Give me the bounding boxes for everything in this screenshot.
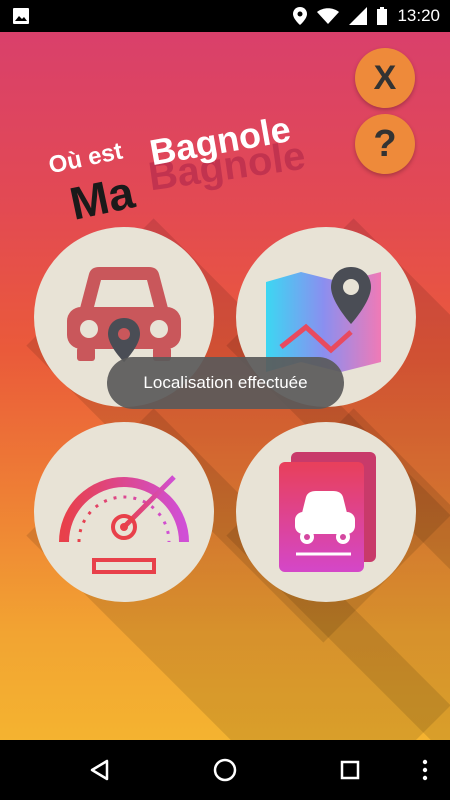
image-icon: [13, 8, 29, 24]
car-papers-tile[interactable]: [236, 422, 416, 602]
close-button[interactable]: X: [355, 48, 415, 108]
back-button[interactable]: [80, 750, 120, 790]
help-label: ?: [373, 122, 397, 165]
more-icon: [422, 759, 428, 781]
back-icon: [90, 759, 109, 781]
toast-message: Localisation effectuée: [107, 357, 344, 409]
speedometer-icon: [59, 475, 189, 574]
location-icon: [293, 7, 308, 25]
signal-icon: [349, 7, 368, 25]
clock: 13:20: [397, 6, 440, 25]
home-icon: [213, 758, 237, 782]
car-papers-icon: [279, 452, 376, 572]
home-button[interactable]: [205, 750, 245, 790]
app-logo: Bagnole Où est Ma Bagnole: [40, 87, 340, 230]
status-bar: 13:20: [0, 0, 450, 32]
battery-icon: [377, 7, 388, 25]
speedometer-tile[interactable]: [34, 422, 214, 602]
navigation-bar: [0, 740, 450, 800]
app-main: Bagnole Où est Ma Bagnole X ? Localisati…: [0, 32, 450, 740]
logo-line2: Ma: [65, 166, 139, 227]
help-button[interactable]: ?: [355, 114, 415, 174]
wifi-icon: [317, 8, 340, 24]
recents-button[interactable]: [330, 750, 370, 790]
more-options-button[interactable]: [405, 750, 445, 790]
close-label: X: [373, 58, 397, 97]
car-location-icon: [67, 267, 181, 362]
phone-screen: 13:20 Bagnole Où est Ma Bagnole X ? Loca…: [0, 0, 450, 800]
recents-icon: [340, 760, 360, 780]
